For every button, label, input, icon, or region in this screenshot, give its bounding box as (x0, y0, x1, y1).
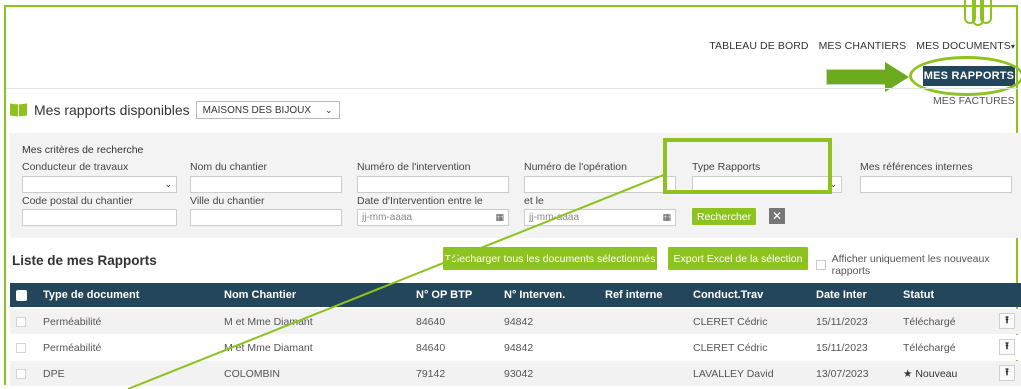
cell-type: DPE (43, 367, 65, 380)
cell-status: Téléchargé (903, 341, 956, 354)
intervention-number-input[interactable] (357, 176, 509, 193)
top-nav: TABLEAU DE BORD MES CHANTIERS MES DOCUME… (709, 40, 1015, 52)
date-to-placeholder: jj-mm-aaaa (529, 212, 580, 223)
works-manager-select[interactable]: ⌄ (22, 176, 177, 193)
city-input[interactable] (190, 209, 342, 226)
internal-refs-label: Mes références internes (860, 161, 973, 173)
divider (6, 88, 1018, 89)
clear-button[interactable]: ✕ (769, 208, 785, 224)
col-status[interactable]: Statut (903, 289, 934, 301)
date-to-label: et le (524, 195, 544, 207)
chevron-down-icon: ⌄ (829, 179, 837, 189)
cell-type: Perméabilité (43, 315, 102, 328)
cell-manager: CLERET Cédric (693, 315, 768, 328)
company-select-value: MAISONS DES BIJOUX (202, 104, 311, 116)
col-type[interactable]: Type de document (43, 289, 139, 301)
cell-op: 84640 (416, 315, 446, 328)
col-ref[interactable]: Ref interne (605, 289, 662, 301)
chevron-down-icon: ⌄ (325, 104, 333, 115)
row-checkbox[interactable] (16, 369, 26, 379)
upload-icon[interactable]: ⭱ (999, 339, 1015, 355)
cell-type: Perméabilité (43, 341, 102, 354)
download-selected-button[interactable]: Télécharger tous les documents sélection… (443, 247, 657, 270)
only-new-label: Afficher uniquement les nouveaux rapport… (831, 253, 990, 277)
table-row[interactable]: DPE COLOMBIN 79142 93042 LAVALLEY David … (10, 361, 1021, 386)
col-interv[interactable]: N° Interven. (504, 289, 565, 301)
table-row[interactable]: Perméabilité M et Mme Diamant 84640 9484… (10, 309, 1021, 334)
cell-op: 79142 (416, 367, 446, 380)
col-manager[interactable]: Conduct.Trav (693, 289, 763, 301)
search-button[interactable]: Rechercher (692, 208, 756, 225)
cell-date: 15/11/2023 (816, 341, 868, 354)
works-manager-label: Conducteur de travaux (22, 161, 129, 173)
chevron-down-icon: ⌄ (164, 179, 172, 189)
cell-site: M et Mme Diamant (224, 315, 313, 328)
date-from-label: Date d'Intervention entre le (357, 195, 483, 207)
criteria-heading: Mes critères de recherche (22, 144, 144, 156)
nav-documents[interactable]: MES DOCUMENTS▾ (916, 40, 1015, 52)
paperclip-icon (964, 0, 992, 26)
postal-code-input[interactable] (22, 209, 177, 226)
upload-icon[interactable]: ⭱ (999, 365, 1015, 381)
operation-number-input[interactable] (524, 176, 676, 193)
search-criteria-panel: Mes critères de recherche Conducteur de … (10, 133, 1021, 238)
nav-sites[interactable]: MES CHANTIERS (819, 40, 907, 52)
cell-interv: 94842 (504, 315, 534, 328)
book-icon (10, 102, 28, 117)
cell-op: 84640 (416, 341, 446, 354)
arrow-annotation-body (826, 69, 886, 85)
row-checkbox[interactable] (16, 317, 26, 327)
date-from-input[interactable]: jj-mm-aaaa ▦ (357, 209, 509, 226)
select-all-checkbox[interactable] (16, 290, 27, 301)
report-type-label: Type Rapports (692, 161, 761, 173)
cell-date: 13/07/2023 (816, 367, 869, 380)
cell-interv: 93042 (504, 367, 534, 380)
site-name-label: Nom du chantier (190, 161, 268, 173)
date-from-placeholder: jj-mm-aaaa (362, 212, 413, 223)
nav-documents-label: MES DOCUMENTS (916, 40, 1011, 52)
row-checkbox[interactable] (16, 343, 26, 353)
company-select[interactable]: MAISONS DES BIJOUX ⌄ (195, 101, 340, 119)
page-title-row: Mes rapports disponibles MAISONS DES BIJ… (10, 101, 340, 119)
only-new-checkbox[interactable] (816, 260, 826, 270)
report-type-select[interactable]: ⌄ (692, 176, 842, 193)
col-site[interactable]: Nom Chantier (224, 289, 296, 301)
cell-date: 15/11/2023 (816, 315, 868, 328)
cell-status: ★ Nouveau (903, 367, 958, 380)
cell-status: Téléchargé (903, 315, 956, 328)
page: { "nav": { "dashboard": "TABLEAU DE BORD… (0, 0, 1021, 389)
table-row[interactable]: Perméabilité M et Mme Diamant 84640 9484… (10, 335, 1021, 360)
menu-item-invoices[interactable]: MES FACTURES (933, 95, 1015, 107)
chevron-down-icon: ▾ (1010, 42, 1015, 51)
cell-site: M et Mme Diamant (224, 341, 313, 354)
internal-refs-input[interactable] (860, 176, 1012, 193)
cell-site: COLOMBIN (224, 367, 281, 380)
col-date[interactable]: Date Inter (816, 289, 867, 301)
cell-manager: CLERET Cédric (693, 341, 768, 354)
cell-manager: LAVALLEY David (693, 367, 774, 380)
col-op[interactable]: N° OP BTP (416, 289, 472, 301)
menu-item-reports[interactable]: MES RAPPORTS (923, 66, 1015, 86)
page-title: Mes rapports disponibles (34, 102, 190, 118)
list-title: Liste de mes Rapports (12, 253, 157, 268)
cell-interv: 94842 (504, 341, 534, 354)
export-excel-button[interactable]: Export Excel de la sélection (668, 247, 808, 270)
calendar-icon[interactable]: ▦ (662, 212, 671, 223)
calendar-icon[interactable]: ▦ (495, 212, 504, 223)
upload-icon[interactable]: ⭱ (999, 313, 1015, 329)
postal-code-label: Code postal du chantier (22, 195, 133, 207)
site-name-input[interactable] (190, 176, 342, 193)
table-header: Type de document Nom Chantier N° OP BTP … (10, 283, 1021, 307)
operation-number-label: Numéro de l'opération (524, 161, 627, 173)
date-to-input[interactable]: jj-mm-aaaa ▦ (524, 209, 676, 226)
intervention-number-label: Numéro de l'intervention (357, 161, 471, 173)
city-label: Ville du chantier (190, 195, 265, 207)
only-new-toggle[interactable]: Afficher uniquement les nouveaux rapport… (816, 253, 1021, 277)
nav-dashboard[interactable]: TABLEAU DE BORD (709, 40, 808, 52)
